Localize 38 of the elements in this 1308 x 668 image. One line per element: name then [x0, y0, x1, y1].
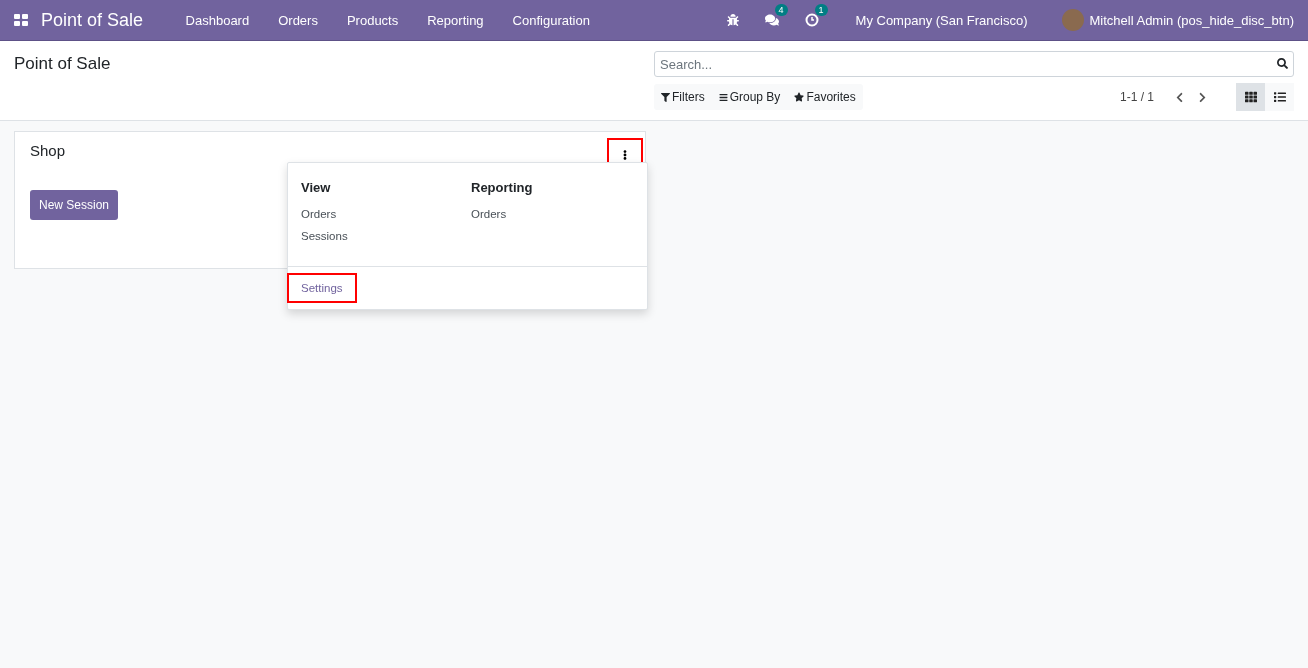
- bug-icon[interactable]: [726, 14, 739, 26]
- star-icon: [794, 92, 805, 102]
- nav-menu-item[interactable]: Products: [332, 12, 413, 28]
- list-icon: [718, 92, 728, 102]
- menu-item[interactable]: Sessions: [301, 230, 471, 242]
- new-session-button[interactable]: New Session: [30, 190, 119, 220]
- app-title: Point of Sale: [41, 9, 144, 31]
- apps-grid-icon[interactable]: [14, 14, 28, 26]
- chat-icon[interactable]: [764, 13, 779, 27]
- filter-menu-button[interactable]: Favorites: [787, 84, 863, 110]
- activity-count-badge: 1: [814, 4, 828, 16]
- filter-menu-button[interactable]: Group By: [711, 84, 788, 110]
- nav-menu-item[interactable]: Reporting: [412, 12, 499, 28]
- nav-menu-item[interactable]: Dashboard: [171, 12, 264, 28]
- chevron-left-icon: [1174, 91, 1185, 103]
- nav-menu-item[interactable]: Orders: [263, 12, 333, 28]
- user-menu[interactable]: Mitchell Admin (pos_hide_disc_btn): [1089, 12, 1294, 28]
- menu-item[interactable]: Orders: [471, 208, 634, 220]
- menu-item[interactable]: Orders: [301, 208, 471, 220]
- search-field[interactable]: Search...: [654, 51, 1294, 77]
- chevron-right-icon: [1197, 91, 1208, 103]
- search-icon[interactable]: [1277, 58, 1288, 69]
- nav-menu-item[interactable]: Configuration: [498, 12, 605, 28]
- list-icon: [1273, 91, 1286, 103]
- company-switcher[interactable]: My Company (San Francisco): [855, 12, 1028, 28]
- menu-section-heading: View: [301, 180, 332, 195]
- filter-icon: [661, 92, 670, 102]
- view-switch-button[interactable]: [1236, 83, 1265, 111]
- menu-section-heading: Reporting: [471, 180, 534, 195]
- clock-icon[interactable]: [804, 13, 819, 27]
- page-title: Point of Sale: [14, 53, 112, 75]
- grid-icon: [1244, 91, 1257, 103]
- settings-link[interactable]: Settings: [287, 273, 357, 303]
- view-switch-button[interactable]: [1265, 83, 1294, 111]
- pager-value: 1-1 / 1: [1119, 90, 1154, 104]
- card-title: Shop: [30, 142, 66, 159]
- message-count-badge: 4: [774, 4, 788, 16]
- filter-menu-button[interactable]: Filters: [654, 84, 712, 110]
